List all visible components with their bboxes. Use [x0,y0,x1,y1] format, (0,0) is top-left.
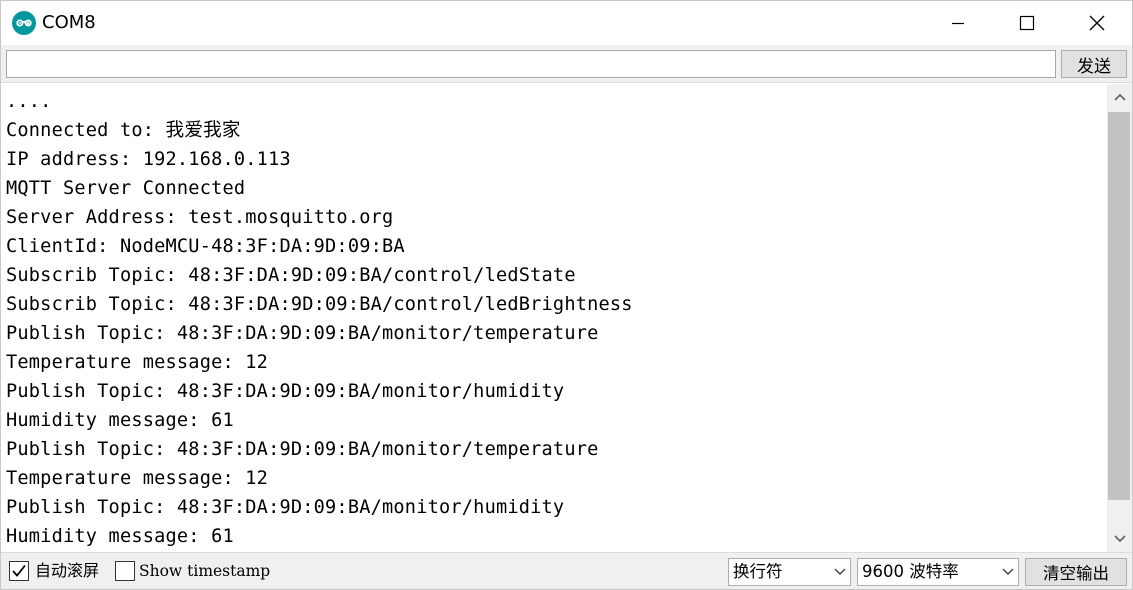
timestamp-checkbox[interactable] [115,561,135,581]
output-line: Publish Topic: 48:3F:DA:9D:09:BA/monitor… [6,381,565,402]
window-title: COM8 [42,12,96,33]
output-line: Temperature message: 12 [6,468,269,489]
line-ending-select[interactable]: 换行符 [728,558,851,586]
scroll-up-button[interactable] [1107,84,1132,110]
close-button[interactable] [1062,1,1132,45]
chevron-up-icon [1113,93,1126,101]
output-line: Connected to: 我爱我家 [6,120,241,141]
serial-monitor-window: COM8 发送 .... Connected to: 我爱我家 IP address… [0,0,1133,590]
maximize-button[interactable] [992,1,1062,45]
output-scrollbar[interactable] [1107,84,1132,552]
output-line: Publish Topic: 48:3F:DA:9D:09:BA/monitor… [6,439,599,460]
close-icon [1089,15,1105,31]
checkmark-icon [12,564,26,577]
minimize-icon [952,22,964,25]
minimize-button[interactable] [923,1,993,45]
output-line: ClientId: NodeMCU-48:3F:DA:9D:09:BA [6,236,405,257]
output-line: .... [6,91,52,112]
timestamp-label[interactable]: Show timestamp [139,560,270,582]
status-bar: 自动滚屏 Show timestamp 换行符 9600 波特率 清空输出 [1,552,1132,589]
clear-output-button[interactable]: 清空输出 [1025,558,1127,586]
chevron-down-icon [1113,535,1126,543]
title-bar[interactable]: COM8 [1,1,1132,45]
output-line: Humidity message: 61 [6,410,234,431]
output-line: Server Address: test.mosquitto.org [6,207,394,228]
autoscroll-label[interactable]: 自动滚屏 [35,560,99,582]
baud-rate-value: 9600 波特率 [862,562,959,581]
output-line: Subscrib Topic: 48:3F:DA:9D:09:BA/contro… [6,294,633,315]
chevron-down-icon [1002,568,1014,575]
output-line: Subscrib Topic: 48:3F:DA:9D:09:BA/contro… [6,265,576,286]
output-line: Humidity message: 61 [6,526,234,547]
scroll-thumb[interactable] [1108,112,1130,500]
baud-rate-select[interactable]: 9600 波特率 [857,558,1019,586]
maximize-icon [1019,15,1035,31]
output-line: IP address: 192.168.0.113 [6,149,291,170]
output-line: MQTT Server Connected [6,178,246,199]
output-line: Temperature message: 12 [6,352,269,373]
scroll-down-button[interactable] [1107,526,1132,552]
serial-output[interactable]: .... Connected to: 我爱我家 IP address: 192.16… [1,84,1107,552]
send-input[interactable] [6,50,1056,78]
send-button[interactable]: 发送 [1061,50,1127,78]
output-line: Publish Topic: 48:3F:DA:9D:09:BA/monitor… [6,323,599,344]
send-bar: 发送 [1,45,1132,83]
output-line: Publish Topic: 48:3F:DA:9D:09:BA/monitor… [6,497,565,518]
line-ending-value: 换行符 [733,562,783,581]
arduino-logo-icon [12,11,36,35]
autoscroll-checkbox[interactable] [9,561,29,581]
chevron-down-icon [834,568,846,575]
